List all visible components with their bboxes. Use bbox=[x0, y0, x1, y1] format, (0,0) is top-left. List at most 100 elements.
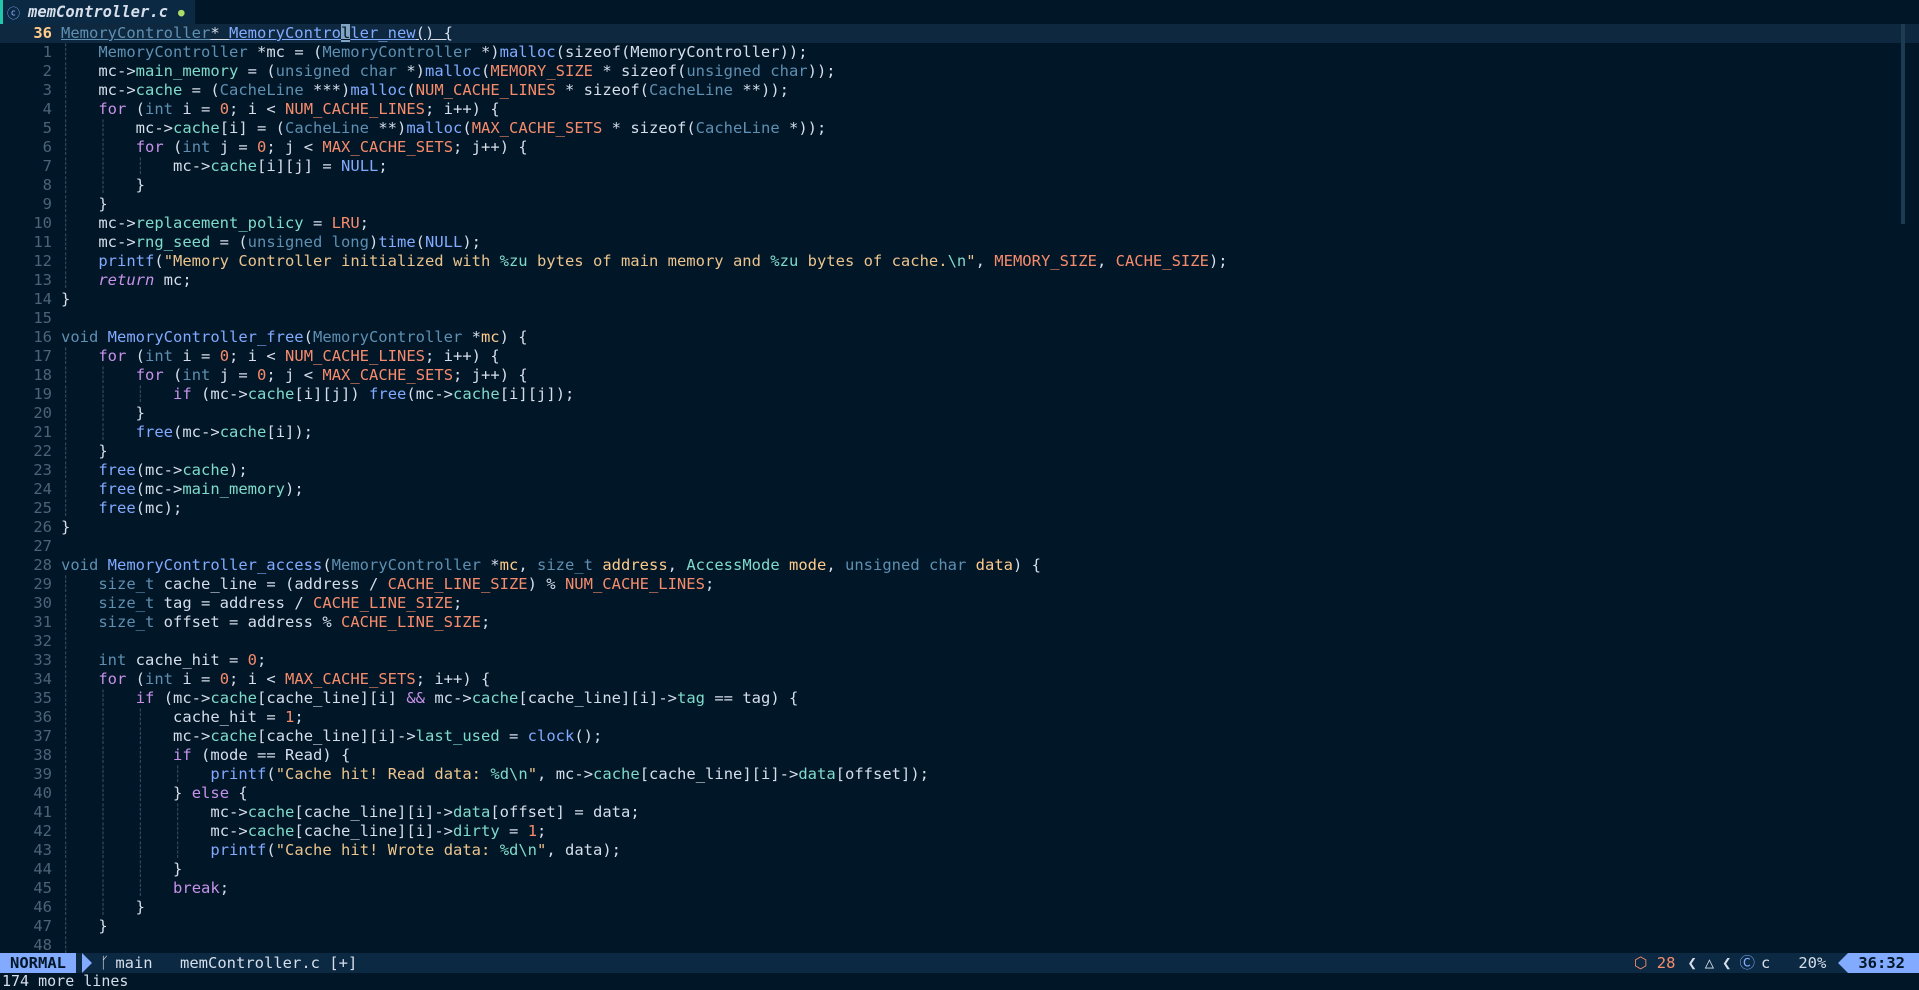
code-text[interactable]: void MemoryController_access(MemoryContr… bbox=[61, 556, 1041, 575]
code-line[interactable]: 22 ┊ } bbox=[0, 442, 1919, 461]
code-text[interactable]: } bbox=[61, 518, 70, 537]
code-text[interactable]: ┊ size_t offset = address % CACHE_LINE_S… bbox=[61, 613, 490, 632]
code-text[interactable]: ┊ ┊ for (int j = 0; j < MAX_CACHE_SETS; … bbox=[61, 366, 528, 385]
code-line[interactable]: 37 ┊ ┊ ┊ mc->cache[cache_line][i]->last_u… bbox=[0, 727, 1919, 746]
code-text[interactable]: ┊ } bbox=[61, 195, 108, 214]
code-text[interactable]: ┊ ┊ ┊ mc->cache[cache_line][i]->last_use… bbox=[61, 727, 602, 746]
code-line[interactable]: 12 ┊ printf("Memory Controller initialize… bbox=[0, 252, 1919, 271]
code-line[interactable]: 10 ┊ mc->replacement_policy = LRU; bbox=[0, 214, 1919, 233]
code-line[interactable]: 3 ┊ mc->cache = (CacheLine ***)malloc(NUM… bbox=[0, 81, 1919, 100]
code-line[interactable]: 38 ┊ ┊ ┊ if (mode == Read) { bbox=[0, 746, 1919, 765]
code-line[interactable]: 20 ┊ ┊ } bbox=[0, 404, 1919, 423]
code-text[interactable]: MemoryController* MemoryController_new()… bbox=[61, 24, 453, 43]
code-line[interactable]: 14} bbox=[0, 290, 1919, 309]
code-line[interactable]: 18 ┊ ┊ for (int j = 0; j < MAX_CACHE_SETS… bbox=[0, 366, 1919, 385]
code-text[interactable]: ┊ ┊ free(mc->cache[i]); bbox=[61, 423, 313, 442]
code-text[interactable]: ┊ for (int i = 0; i < NUM_CACHE_LINES; i… bbox=[61, 100, 500, 119]
code-line[interactable]: 6 ┊ ┊ for (int j = 0; j < MAX_CACHE_SETS;… bbox=[0, 138, 1919, 157]
code-text[interactable]: ┊ ┊ ┊ break; bbox=[61, 879, 229, 898]
code-text[interactable]: ┊ free(mc->cache); bbox=[61, 461, 248, 480]
code-line[interactable]: 2 ┊ mc->main_memory = (unsigned char *)ma… bbox=[0, 62, 1919, 81]
code-text[interactable]: ┊ ┊ ┊ ┊ mc->cache[cache_line][i]->dirty … bbox=[61, 822, 546, 841]
code-line[interactable]: 33 ┊ int cache_hit = 0; bbox=[0, 651, 1919, 670]
code-line[interactable]: 31 ┊ size_t offset = address % CACHE_LINE… bbox=[0, 613, 1919, 632]
code-text[interactable]: ┊ ┊ ┊ if (mode == Read) { bbox=[61, 746, 350, 765]
code-text[interactable]: ┊ int cache_hit = 0; bbox=[61, 651, 266, 670]
code-text[interactable]: ┊ } bbox=[61, 917, 108, 936]
code-text[interactable]: ┊ printf("Memory Controller initialized … bbox=[61, 252, 1228, 271]
code-line[interactable]: 39 ┊ ┊ ┊ ┊ printf("Cache hit! Read data: … bbox=[0, 765, 1919, 784]
code-line[interactable]: 32 ┊ bbox=[0, 632, 1919, 651]
code-line[interactable]: 30 ┊ size_t tag = address / CACHE_LINE_SI… bbox=[0, 594, 1919, 613]
code-text[interactable]: ┊ ┊ ┊ ┊ mc->cache[cache_line][i]->data[o… bbox=[61, 803, 640, 822]
code-text[interactable]: ┊ ┊ mc->cache[i] = (CacheLine **)malloc(… bbox=[61, 119, 826, 138]
code-line[interactable]: 28 void MemoryController_access(MemoryCon… bbox=[0, 556, 1919, 575]
code-line[interactable]: 47 ┊ } bbox=[0, 917, 1919, 936]
code-text[interactable]: ┊ ┊ ┊ ┊ printf("Cache hit! Wrote data: %… bbox=[61, 841, 621, 860]
code-line[interactable]: 24 ┊ free(mc->main_memory); bbox=[0, 480, 1919, 499]
code-line[interactable]: 44 ┊ ┊ ┊ } bbox=[0, 860, 1919, 879]
code-text[interactable]: ┊ for (int i = 0; i < NUM_CACHE_LINES; i… bbox=[61, 347, 500, 366]
code-line[interactable]: 41 ┊ ┊ ┊ ┊ mc->cache[cache_line][i]->data… bbox=[0, 803, 1919, 822]
code-line[interactable]: 35 ┊ ┊ if (mc->cache[cache_line][i] && mc… bbox=[0, 689, 1919, 708]
code-line[interactable]: 36 MemoryController* MemoryController_new… bbox=[0, 24, 1919, 43]
code-text[interactable]: ┊ ┊ for (int j = 0; j < MAX_CACHE_SETS; … bbox=[61, 138, 528, 157]
code-line[interactable]: 17 ┊ for (int i = 0; i < NUM_CACHE_LINES;… bbox=[0, 347, 1919, 366]
code-text[interactable]: ┊ mc->cache = (CacheLine ***)malloc(NUM_… bbox=[61, 81, 789, 100]
code-text[interactable]: ┊ } bbox=[61, 442, 108, 461]
code-line[interactable]: 23 ┊ free(mc->cache); bbox=[0, 461, 1919, 480]
code-text[interactable]: ┊ ┊ } bbox=[61, 404, 145, 423]
code-line[interactable]: 27 bbox=[0, 537, 1919, 556]
code-text[interactable]: ┊ MemoryController *mc = (MemoryControll… bbox=[61, 43, 808, 62]
code-text[interactable]: ┊ ┊ ┊ if (mc->cache[i][j]) free(mc->cach… bbox=[61, 385, 574, 404]
code-line[interactable]: 16 void MemoryController_free(MemoryContr… bbox=[0, 328, 1919, 347]
code-line[interactable]: 45 ┊ ┊ ┊ break; bbox=[0, 879, 1919, 898]
code-text[interactable]: ┊ free(mc); bbox=[61, 499, 182, 518]
code-text[interactable]: ┊ return mc; bbox=[61, 271, 192, 290]
code-line[interactable]: 40 ┊ ┊ ┊ } else { bbox=[0, 784, 1919, 803]
code-line[interactable]: 36 ┊ ┊ ┊ cache_hit = 1; bbox=[0, 708, 1919, 727]
line-number: 22 bbox=[33, 442, 52, 460]
code-text[interactable]: ┊ ┊ ┊ ┊ printf("Cache hit! Read data: %d… bbox=[61, 765, 929, 784]
code-text[interactable]: ┊ mc->rng_seed = (unsigned long)time(NUL… bbox=[61, 233, 481, 252]
code-text[interactable]: ┊ bbox=[61, 632, 70, 651]
code-line[interactable]: 19 ┊ ┊ ┊ if (mc->cache[i][j]) free(mc->ca… bbox=[0, 385, 1919, 404]
scrollbar[interactable] bbox=[1901, 24, 1905, 224]
code-text[interactable]: ┊ ┊ ┊ } else { bbox=[61, 784, 248, 803]
code-line[interactable]: 46 ┊ ┊ } bbox=[0, 898, 1919, 917]
code-text[interactable]: ┊ size_t tag = address / CACHE_LINE_SIZE… bbox=[61, 594, 462, 613]
code-text[interactable]: ┊ ┊ ┊ } bbox=[61, 860, 182, 879]
code-line[interactable]: 11 ┊ mc->rng_seed = (unsigned long)time(N… bbox=[0, 233, 1919, 252]
code-text[interactable]: void MemoryController_free(MemoryControl… bbox=[61, 328, 528, 347]
code-line[interactable]: 21 ┊ ┊ free(mc->cache[i]); bbox=[0, 423, 1919, 442]
code-text[interactable]: ┊ mc->replacement_policy = LRU; bbox=[61, 214, 369, 233]
code-line[interactable]: 15 bbox=[0, 309, 1919, 328]
code-text[interactable]: ┊ ┊ } bbox=[61, 898, 145, 917]
code-text[interactable]: ┊ mc->main_memory = (unsigned char *)mal… bbox=[61, 62, 836, 81]
linux-icon: △ bbox=[1704, 954, 1715, 972]
code-text[interactable]: ┊ ┊ ┊ cache_hit = 1; bbox=[61, 708, 304, 727]
code-line[interactable]: 34 ┊ for (int i = 0; i < MAX_CACHE_SETS; … bbox=[0, 670, 1919, 689]
code-line[interactable]: 29 ┊ size_t cache_line = (address / CACHE… bbox=[0, 575, 1919, 594]
editor-buffer[interactable]: 36 MemoryController* MemoryController_new… bbox=[0, 24, 1919, 956]
code-text[interactable]: ┊ size_t cache_line = (address / CACHE_L… bbox=[61, 575, 714, 594]
code-line[interactable]: 7 ┊ ┊ ┊ mc->cache[i][j] = NULL; bbox=[0, 157, 1919, 176]
code-text[interactable]: ┊ for (int i = 0; i < MAX_CACHE_SETS; i+… bbox=[61, 670, 490, 689]
code-text[interactable]: ┊ ┊ if (mc->cache[cache_line][i] && mc->… bbox=[61, 689, 798, 708]
tab-memcontroller[interactable]: ⓒ memController.c ● bbox=[0, 0, 195, 25]
code-line[interactable]: 25 ┊ free(mc); bbox=[0, 499, 1919, 518]
code-line[interactable]: 8 ┊ ┊ } bbox=[0, 176, 1919, 195]
code-line[interactable]: 42 ┊ ┊ ┊ ┊ mc->cache[cache_line][i]->dirt… bbox=[0, 822, 1919, 841]
code-text[interactable]: ┊ free(mc->main_memory); bbox=[61, 480, 304, 499]
code-line[interactable]: 1 ┊ MemoryController *mc = (MemoryControl… bbox=[0, 43, 1919, 62]
code-line[interactable]: 4 ┊ for (int i = 0; i < NUM_CACHE_LINES; … bbox=[0, 100, 1919, 119]
code-line[interactable]: 9 ┊ } bbox=[0, 195, 1919, 214]
code-line[interactable]: 5 ┊ ┊ mc->cache[i] = (CacheLine **)malloc… bbox=[0, 119, 1919, 138]
code-text[interactable]: } bbox=[61, 290, 70, 309]
code-text[interactable]: ┊ ┊ ┊ mc->cache[i][j] = NULL; bbox=[61, 157, 388, 176]
line-number: 26 bbox=[33, 518, 52, 536]
code-line[interactable]: 13 ┊ return mc; bbox=[0, 271, 1919, 290]
code-line[interactable]: 43 ┊ ┊ ┊ ┊ printf("Cache hit! Wrote data:… bbox=[0, 841, 1919, 860]
code-line[interactable]: 26} bbox=[0, 518, 1919, 537]
code-text[interactable]: ┊ ┊ } bbox=[61, 176, 145, 195]
